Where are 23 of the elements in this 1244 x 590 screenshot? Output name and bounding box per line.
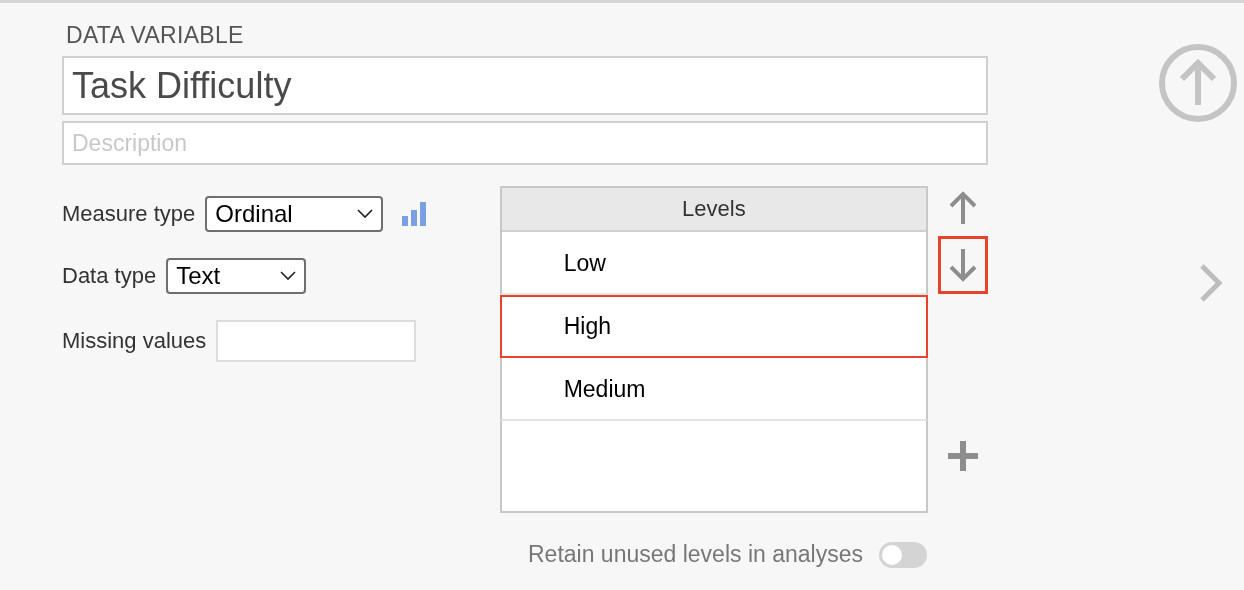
- retain-toggle[interactable]: [879, 541, 927, 568]
- missing-values-field[interactable]: [216, 320, 417, 362]
- data-type-select[interactable]: Text: [166, 258, 307, 294]
- level-item[interactable]: Medium: [499, 358, 928, 421]
- level-item[interactable]: Low: [499, 232, 928, 295]
- arrow-down-icon: [948, 248, 978, 282]
- plus-icon: [948, 441, 978, 471]
- arrow-up-icon: [948, 191, 978, 225]
- move-down-button[interactable]: [938, 236, 988, 294]
- retain-label: Retain unused levels in analyses: [528, 541, 863, 568]
- caret-icon: [280, 271, 297, 281]
- section-title: DATA VARIABLE: [66, 22, 245, 49]
- column-header: Levels: [501, 188, 926, 232]
- name-field[interactable]: Task Difficulty: [62, 56, 988, 115]
- bar-chart-icon: [401, 202, 428, 226]
- field-label: Measure type: [62, 201, 196, 227]
- chevron-right-icon[interactable]: [1198, 263, 1224, 303]
- field-label: Missing values: [62, 328, 207, 354]
- measure-type-select[interactable]: Ordinal: [205, 196, 384, 232]
- level-item[interactable]: High: [499, 295, 928, 358]
- field-label: Data type: [62, 263, 157, 289]
- arrow-up-circle-icon[interactable]: [1158, 43, 1238, 123]
- caret-icon: [357, 209, 374, 219]
